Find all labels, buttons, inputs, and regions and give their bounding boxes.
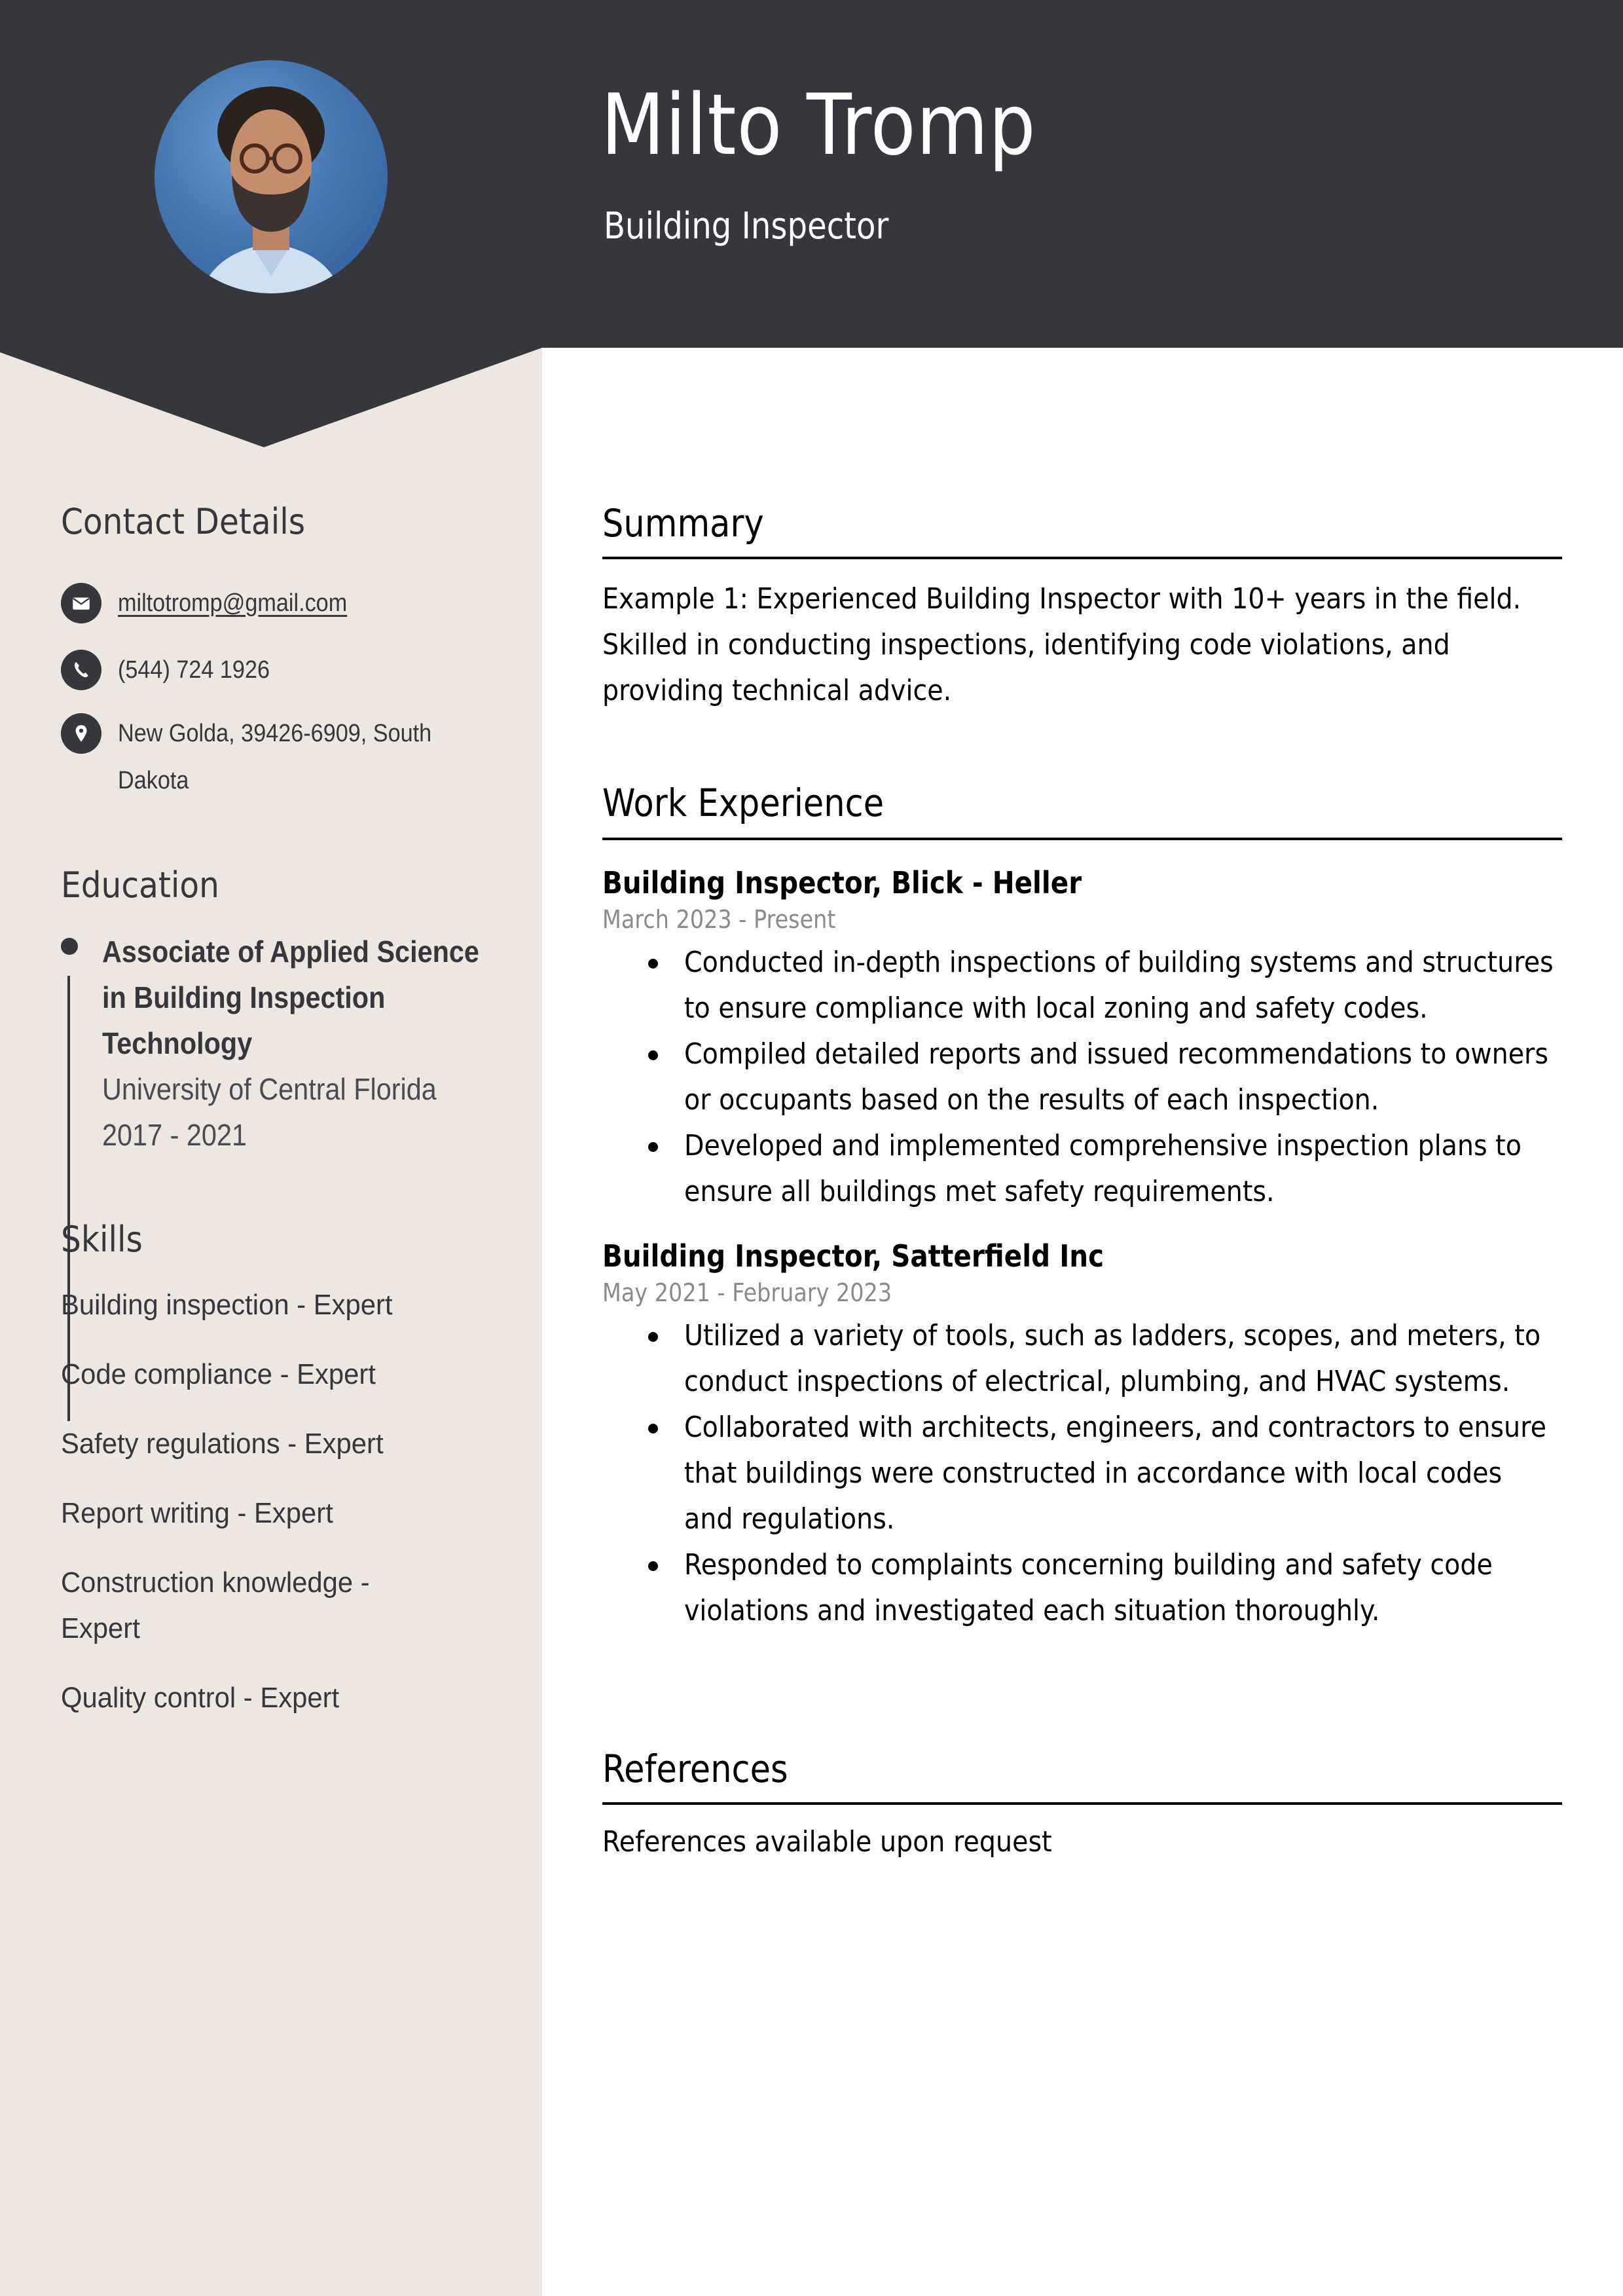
summary-section: Summary Example 1: Experienced Building … [602, 504, 1562, 714]
education-heading: Education [61, 864, 219, 906]
section-divider [602, 557, 1562, 559]
education-school: University of Central Florida [102, 1072, 437, 1106]
timeline-dot [61, 938, 78, 955]
contact-address: New Golda, 39426-6909, South Dakota [61, 713, 506, 804]
experience-section: Work Experience Building Inspector, Blic… [602, 784, 1562, 1634]
skill-item: Report writing - Expert [61, 1497, 333, 1529]
job-bullet: Collaborated with architects, engineers,… [602, 1405, 1562, 1542]
education-item: Associate of Applied Science in Building… [61, 929, 519, 1421]
phone-text: (544) 724 1926 [118, 656, 270, 684]
job-bullet: Conducted in-depth inspections of buildi… [602, 940, 1562, 1031]
education-years: 2017 - 2021 [102, 1118, 247, 1152]
references-heading: References [602, 1747, 788, 1791]
section-divider [602, 1802, 1562, 1805]
email-link[interactable]: miltotromp@gmail.com [118, 589, 347, 617]
job-entry: Building Inspector, Blick - Heller March… [602, 868, 1562, 1215]
job-dates: March 2023 - Present [602, 905, 836, 934]
job-bullet: Utilized a variety of tools, such as lad… [602, 1313, 1562, 1405]
skills-heading: Skills [61, 1219, 143, 1260]
profile-photo [155, 60, 388, 293]
skill-item: Safety regulations - Expert [61, 1428, 384, 1460]
map-pin-icon [61, 713, 101, 754]
job-title: Building Inspector, Blick - Heller [602, 865, 1082, 900]
phone-icon [61, 650, 101, 690]
job-title: Building Inspector, Satterfield Inc [602, 1238, 1104, 1274]
contact-list: miltotromp@gmail.com (544) 724 1926 New … [61, 583, 506, 804]
education-degree: Associate of Applied Science in Building… [102, 935, 479, 1060]
candidate-title: Building Inspector [604, 205, 889, 248]
contact-heading: Contact Details [61, 501, 306, 542]
education-section: Education [61, 868, 493, 903]
contact-section: Contact Details [61, 504, 493, 540]
references-section: References References available upon req… [602, 1750, 1562, 1865]
candidate-name: Milto Tromp [601, 77, 1036, 174]
job-bullet: Responded to complaints concerning build… [602, 1542, 1562, 1634]
job-bullets: Utilized a variety of tools, such as lad… [602, 1313, 1562, 1634]
job-bullets: Conducted in-depth inspections of buildi… [602, 940, 1562, 1215]
skill-item: Quality control - Expert [61, 1682, 340, 1714]
contact-phone: (544) 724 1926 [61, 650, 506, 694]
skill-item: Construction knowledge - Expert [61, 1566, 370, 1644]
skills-list: Building inspection - Expert Code compli… [61, 1282, 493, 1745]
job-bullet: Developed and implemented comprehensive … [602, 1123, 1562, 1215]
address-text: New Golda, 39426-6909, South Dakota [118, 720, 432, 794]
job-dates: May 2021 - February 2023 [602, 1278, 892, 1307]
skill-item: Code compliance - Expert [61, 1358, 376, 1390]
skills-section: Skills [61, 1222, 493, 1257]
header-chevron [0, 347, 542, 447]
references-text: References available upon request [602, 1825, 1052, 1859]
contact-email: miltotromp@gmail.com [61, 583, 506, 627]
experience-heading: Work Experience [602, 781, 884, 825]
person-portrait-icon [200, 86, 342, 293]
skill-item: Building inspection - Expert [61, 1289, 393, 1321]
summary-text: Example 1: Experienced Building Inspecto… [602, 582, 1522, 707]
envelope-icon [61, 583, 101, 623]
section-divider [602, 838, 1562, 840]
job-bullet: Compiled detailed reports and issued rec… [602, 1031, 1562, 1123]
summary-heading: Summary [602, 501, 764, 546]
job-entry: Building Inspector, Satterfield Inc May … [602, 1241, 1562, 1634]
